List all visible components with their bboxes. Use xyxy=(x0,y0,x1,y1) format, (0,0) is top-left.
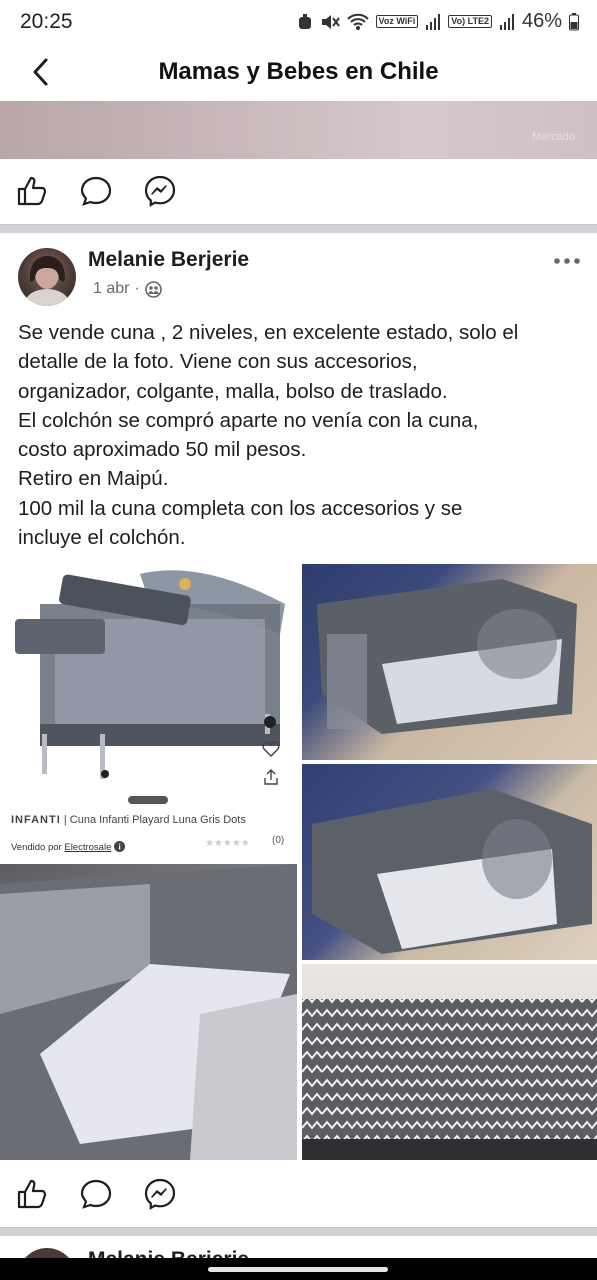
crib-photo xyxy=(317,579,577,734)
mattress-detail-photo xyxy=(302,999,597,1160)
post-separator xyxy=(0,224,597,233)
post-text-line: incluye el colchón. xyxy=(18,526,186,550)
avatar-image xyxy=(25,256,69,306)
voz-wifi-badge: Voz WiFi xyxy=(375,15,419,28)
status-bar: 20:25 Voz WiFi Vo) LTE2 46% xyxy=(0,0,597,46)
crib-product-image xyxy=(15,570,285,779)
product-title: INFANTI | Cuna Infanti Playard Luna Gris… xyxy=(11,814,246,826)
review-count: (0) xyxy=(272,835,285,846)
post-photo-5[interactable] xyxy=(302,964,597,1160)
post-meta: 1 abr · xyxy=(93,280,162,298)
post-text-line: El colchón se compró aparte no venía con… xyxy=(18,408,479,432)
post-photo-3[interactable] xyxy=(302,764,597,960)
seller-name: Electrosale xyxy=(64,842,112,853)
battery-percent: 46% xyxy=(521,10,562,32)
alarm-icon xyxy=(298,13,311,29)
post-separator xyxy=(0,1227,597,1236)
next-post-author[interactable]: Melanie Berjerie xyxy=(88,1248,249,1258)
group-header: Mamas y Bebes en Chile xyxy=(0,46,597,100)
next-post-avatar[interactable] xyxy=(18,1248,76,1258)
meta-separator: · xyxy=(134,280,140,297)
seller-prefix: Vendido por xyxy=(11,842,62,853)
signal-icon-2 xyxy=(499,13,514,30)
product-name: Cuna Infanti Playard Luna Gris Dots xyxy=(69,814,246,826)
post-photo-4[interactable] xyxy=(0,864,297,1160)
image-pager xyxy=(128,796,168,804)
like-icon[interactable] xyxy=(15,1177,49,1211)
wifi-icon xyxy=(346,13,369,30)
comment-icon[interactable] xyxy=(79,1177,113,1211)
post-text-line: costo aproximado 50 mil pesos. xyxy=(18,438,307,462)
brand-divider: | xyxy=(63,814,67,826)
author-avatar[interactable] xyxy=(18,248,76,306)
post-actions xyxy=(0,1163,597,1225)
like-icon[interactable] xyxy=(15,174,49,208)
status-icons: Voz WiFi Vo) LTE2 46% xyxy=(297,10,579,33)
post-author-name[interactable]: Melanie Berjerie xyxy=(88,248,249,272)
messenger-icon[interactable] xyxy=(143,1177,177,1211)
gesture-handle[interactable] xyxy=(208,1267,388,1272)
group-title: Mamas y Bebes en Chile xyxy=(158,58,439,85)
more-options-icon[interactable] xyxy=(552,252,582,270)
messenger-icon[interactable] xyxy=(143,174,177,208)
post-text-line: 100 mil la cuna completa con los accesor… xyxy=(18,496,463,520)
post-photo-2[interactable] xyxy=(302,564,597,760)
post-date[interactable]: 1 abr xyxy=(93,280,129,298)
previous-post-image[interactable]: Mercado xyxy=(0,101,597,159)
battery-icon xyxy=(569,12,579,30)
rating-stars: ★★★★★ xyxy=(205,838,250,847)
volte-badge: Vo) LTE2 xyxy=(448,15,492,28)
crib-photo xyxy=(312,789,592,954)
post-text: Se vende cuna , 2 niveles, en excelente … xyxy=(18,318,588,552)
image-watermark: Mercado xyxy=(532,131,575,143)
share-icon[interactable] xyxy=(262,768,280,786)
status-time: 20:25 xyxy=(20,10,73,33)
crib-mattress-photo xyxy=(0,864,297,1160)
product-brand: INFANTI xyxy=(11,814,61,826)
signal-icon xyxy=(426,13,441,30)
post-text-line: Retiro en Maipú. xyxy=(18,467,169,491)
mute-icon xyxy=(321,14,340,29)
post-text-line: Se vende cuna , 2 niveles, en excelente … xyxy=(18,321,519,344)
product-seller: Vendido por Electrosale xyxy=(11,841,125,853)
favorite-icon[interactable] xyxy=(262,740,280,758)
comment-icon[interactable] xyxy=(79,174,113,208)
previous-post-actions xyxy=(0,160,597,222)
group-privacy-icon xyxy=(144,280,162,298)
post-text-line: detalle de la foto. Viene con sus acceso… xyxy=(18,350,418,374)
info-icon xyxy=(114,841,125,852)
post-photo-1[interactable]: INFANTI | Cuna Infanti Playard Luna Gris… xyxy=(0,564,297,860)
post-text-line: organizador, colgante, malla, bolso de t… xyxy=(18,379,448,403)
svg-text:★★★★★: ★★★★★ xyxy=(205,838,250,847)
